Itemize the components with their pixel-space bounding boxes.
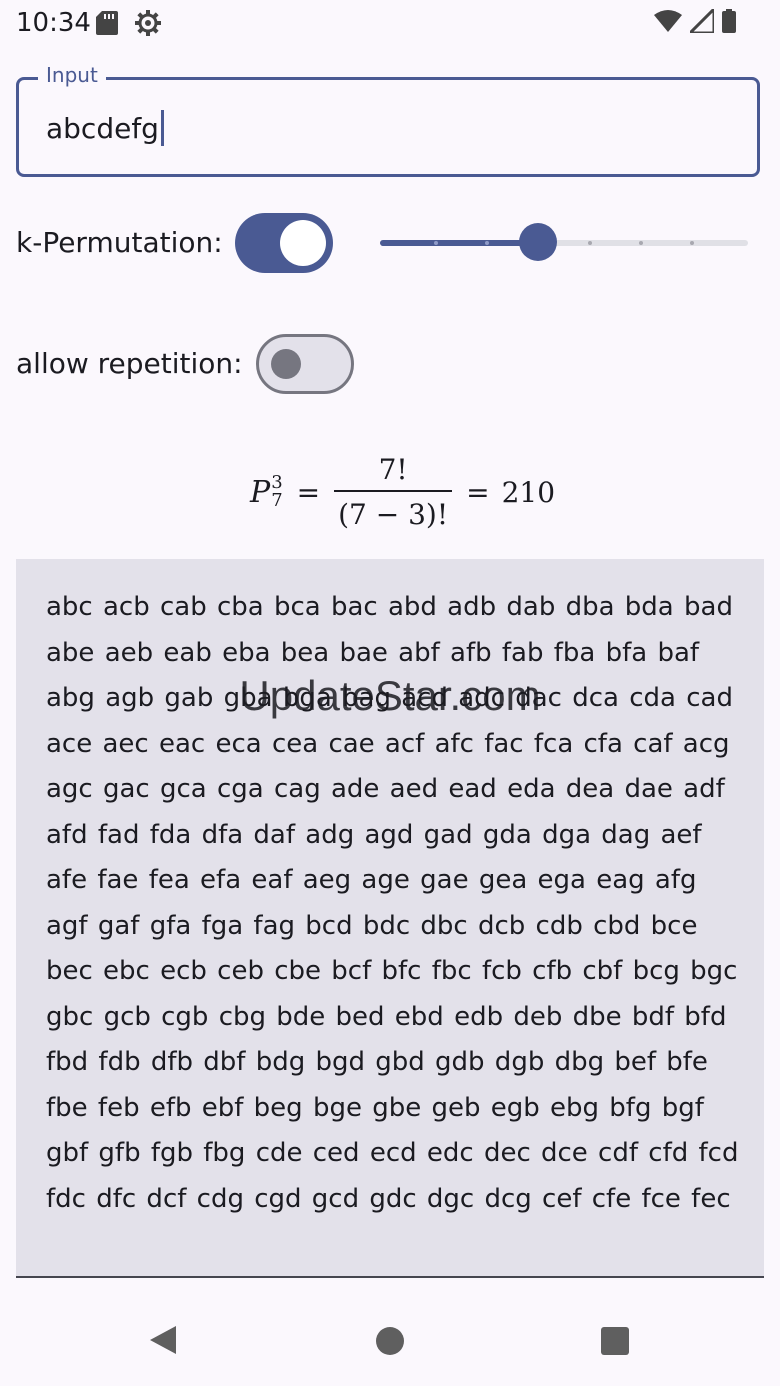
- slider-track-active: [380, 240, 539, 246]
- slider-tick: [689, 241, 694, 245]
- home-icon[interactable]: [376, 1327, 404, 1355]
- formula-equals: =: [466, 475, 490, 509]
- navigation-bar: [0, 1300, 780, 1386]
- battery-icon: [722, 9, 736, 33]
- permutation-formula: P 3 7 = 7! (7 − 3)! = 210: [250, 452, 555, 532]
- k-permutation-toggle[interactable]: [235, 213, 333, 273]
- k-permutation-label: k-Permutation:: [16, 226, 223, 259]
- input-text: abcdefg: [46, 112, 159, 145]
- formula-result: 210: [501, 475, 556, 509]
- formula-indices: 3 7: [271, 474, 282, 510]
- allow-repetition-toggle[interactable]: [256, 334, 354, 394]
- input-field-value[interactable]: abcdefg: [46, 110, 164, 146]
- input-field[interactable]: Input abcdefg: [16, 63, 764, 181]
- formula-symbol: P: [250, 474, 271, 510]
- permutations-output[interactable]: abc acb cab cba bca bac abd adb dab dba …: [16, 559, 764, 1278]
- toggle-thumb: [271, 349, 301, 379]
- slider-tick: [587, 241, 592, 245]
- input-field-label: Input: [38, 63, 106, 87]
- formula-numerator: 7!: [378, 453, 408, 486]
- slider-tick: [638, 241, 643, 245]
- slider-thumb[interactable]: [519, 223, 558, 261]
- recents-icon[interactable]: [601, 1327, 629, 1355]
- toggle-thumb: [280, 220, 326, 266]
- status-time: 10:34: [16, 8, 91, 38]
- sd-card-icon: [96, 11, 118, 35]
- status-bar: 10:34: [0, 0, 780, 48]
- cellular-signal-icon: [690, 9, 714, 33]
- status-icons: [654, 9, 736, 33]
- formula-denominator: (7 − 3)!: [334, 490, 453, 531]
- back-icon[interactable]: [148, 1324, 178, 1356]
- allow-repetition-label: allow repetition:: [16, 347, 243, 380]
- watermark-text: UpdateStar.com: [239, 672, 541, 719]
- text-caret: [160, 110, 164, 146]
- formula-subscript: 7: [271, 490, 283, 511]
- formula-fraction: 7! (7 − 3)!: [334, 453, 453, 531]
- wifi-icon: [654, 10, 682, 32]
- k-slider[interactable]: [380, 222, 748, 262]
- gear-icon: [135, 10, 161, 36]
- formula-equals: =: [296, 475, 321, 509]
